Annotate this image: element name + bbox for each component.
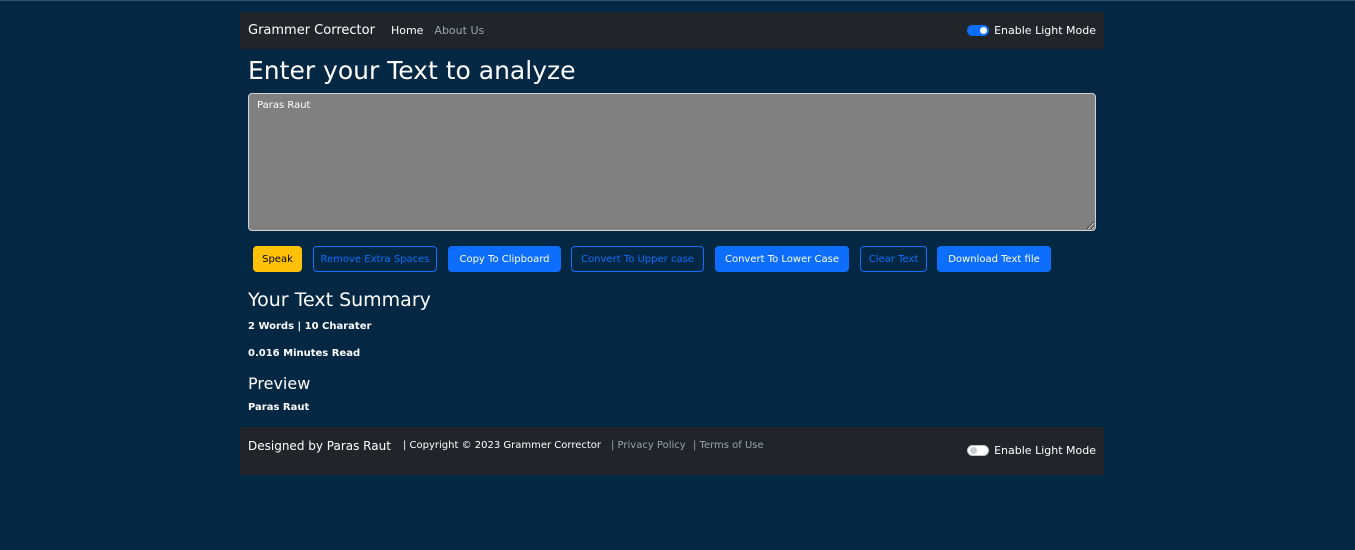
nav-link-about-us[interactable]: About Us [434,24,484,37]
download-text-file-button[interactable]: Download Text file [937,246,1051,272]
footer-light-mode-toggle-label: Enable Light Mode [994,444,1096,457]
convert-to-lower-case-button[interactable]: Convert To Lower Case [715,246,849,272]
text-input-area[interactable] [248,93,1096,231]
copyright-text: | Copyright © 2023 Grammer Corrector [403,440,602,451]
word-char-count: 2 Words | 10 Charater [248,321,372,332]
light-mode-toggle[interactable]: Enable Light Mode [967,24,1096,37]
navbar-brand[interactable]: Grammer Corrector [248,23,375,38]
light-mode-toggle-label: Enable Light Mode [994,24,1096,37]
preview-heading: Preview [248,374,311,393]
navbar: Grammer Corrector Home About Us Enable L… [240,12,1104,49]
copy-to-clipboard-button[interactable]: Copy To Clipboard [448,246,561,272]
page-title: Enter your Text to analyze [248,56,576,85]
footer: Designed by Paras Raut | Copyright © 202… [240,427,1104,475]
clear-text-button[interactable]: Clear Text [860,246,927,272]
nav-link-home[interactable]: Home [391,24,423,37]
convert-to-upper-case-button[interactable]: Convert To Upper case [571,246,704,272]
toggle-switch-on-icon[interactable] [967,25,990,36]
remove-extra-spaces-button[interactable]: Remove Extra Spaces [313,246,437,272]
footer-light-mode-toggle[interactable]: Enable Light Mode [967,444,1096,457]
preview-text: Paras Raut [248,402,310,413]
page: Grammer Corrector Home About Us Enable L… [0,0,1355,550]
privacy-policy-link[interactable]: | Privacy Policy [611,440,686,451]
summary-heading: Your Text Summary [248,289,431,311]
designed-by: Designed by Paras Raut [248,439,391,453]
toggle-switch-off-icon[interactable] [967,445,990,456]
read-time: 0.016 Minutes Read [248,348,361,359]
terms-of-use-link[interactable]: | Terms of Use [693,440,764,451]
speak-button[interactable]: Speak [253,246,302,272]
